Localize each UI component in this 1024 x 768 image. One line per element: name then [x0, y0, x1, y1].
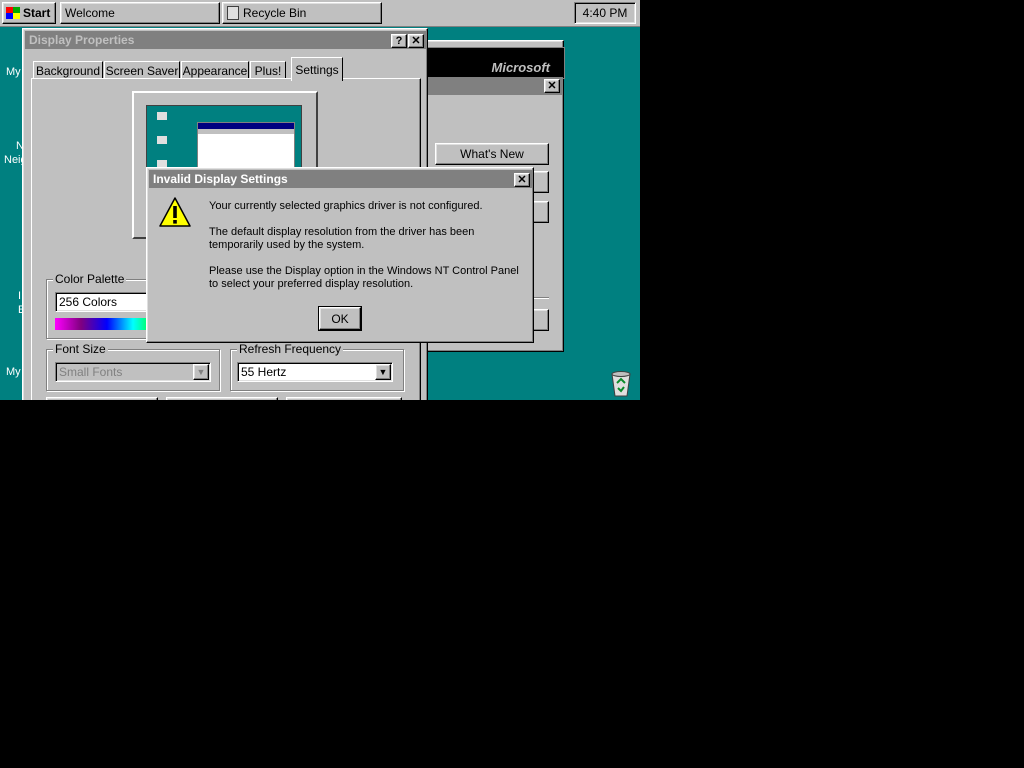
help-button[interactable]: ? [391, 34, 407, 48]
refresh-frequency-select[interactable]: 55 Hertz ▼ [237, 362, 393, 382]
invalid-display-settings-dialog: Invalid Display Settings ✕ Your currentl… [146, 167, 534, 343]
tab-background[interactable]: Background [33, 61, 103, 79]
desktop-label-my-computer[interactable]: My [6, 66, 21, 78]
chevron-down-icon[interactable]: ▼ [193, 364, 209, 380]
font-size-group: Font Size Small Fonts ▼ [46, 342, 220, 391]
recycle-bin-small-icon [227, 6, 239, 20]
whats-new-button[interactable]: What's New [435, 143, 549, 165]
desktop-label-inbox-1[interactable]: I [18, 290, 21, 302]
taskbar-item-label: Recycle Bin [243, 6, 307, 20]
warning-icon [159, 196, 191, 228]
system-tray-clock[interactable]: 4:40 PM [574, 2, 636, 24]
preview-desktop-icon [157, 136, 167, 144]
settings-button-3[interactable] [286, 397, 402, 400]
tab-settings[interactable]: Settings [291, 57, 343, 81]
ok-button[interactable]: OK [318, 306, 362, 331]
font-size-select[interactable]: Small Fonts ▼ [55, 362, 211, 382]
tab-plus[interactable]: Plus! [250, 61, 286, 79]
preview-window-menubar [198, 129, 294, 134]
dialog-message: Your currently selected graphics driver … [209, 200, 527, 291]
taskbar: Start Welcome Recycle Bin 4:40 PM [0, 0, 640, 27]
font-size-value: Small Fonts [59, 365, 123, 379]
clock-text: 4:40 PM [582, 6, 628, 20]
refresh-frequency-label: Refresh Frequency [237, 342, 344, 356]
dialog-message-line2: The default display resolution from the … [209, 226, 475, 251]
taskbar-item-label: Welcome [65, 6, 115, 20]
taskbar-item-welcome[interactable]: Welcome [60, 2, 220, 24]
preview-desktop-icon [157, 112, 167, 120]
windows-logo-icon [6, 7, 20, 19]
desktop: My N Neig I E My Microsoft ✕ What's New … [0, 0, 640, 400]
welcome-close-button[interactable]: ✕ [544, 79, 560, 93]
desktop-label-my-briefcase[interactable]: My [6, 366, 21, 378]
dialog-title: Invalid Display Settings [153, 172, 288, 186]
microsoft-logo: Microsoft [491, 60, 551, 75]
settings-button-1[interactable] [46, 397, 158, 400]
recycle-bin-icon[interactable] [606, 368, 636, 398]
display-properties-titlebar: Display Properties ? ✕ [25, 31, 427, 49]
taskbar-item-recycle-bin[interactable]: Recycle Bin [222, 2, 382, 24]
welcome-banner: Microsoft [427, 47, 565, 79]
start-label: Start [23, 6, 51, 20]
welcome-titlebar: ✕ [427, 77, 563, 95]
settings-button-2[interactable] [166, 397, 278, 400]
dialog-close-button[interactable]: ✕ [514, 173, 530, 187]
refresh-frequency-group: Refresh Frequency 55 Hertz ▼ [230, 342, 404, 391]
dialog-titlebar: Invalid Display Settings ✕ [149, 170, 533, 188]
chevron-down-icon[interactable]: ▼ [375, 364, 391, 380]
dialog-message-line3: Please use the Display option in the Win… [209, 265, 519, 290]
display-properties-title: Display Properties [29, 33, 135, 47]
color-palette-label: Color Palette [53, 272, 127, 286]
display-properties-close-button[interactable]: ✕ [408, 34, 424, 48]
dialog-message-line1: Your currently selected graphics driver … [209, 200, 483, 212]
start-button[interactable]: Start [2, 2, 56, 24]
refresh-frequency-value: 55 Hertz [241, 365, 287, 379]
tab-screen-saver[interactable]: Screen Saver [104, 61, 180, 79]
font-size-label: Font Size [53, 342, 108, 356]
tab-appearance[interactable]: Appearance [181, 61, 249, 79]
color-palette-value: 256 Colors [59, 295, 118, 309]
